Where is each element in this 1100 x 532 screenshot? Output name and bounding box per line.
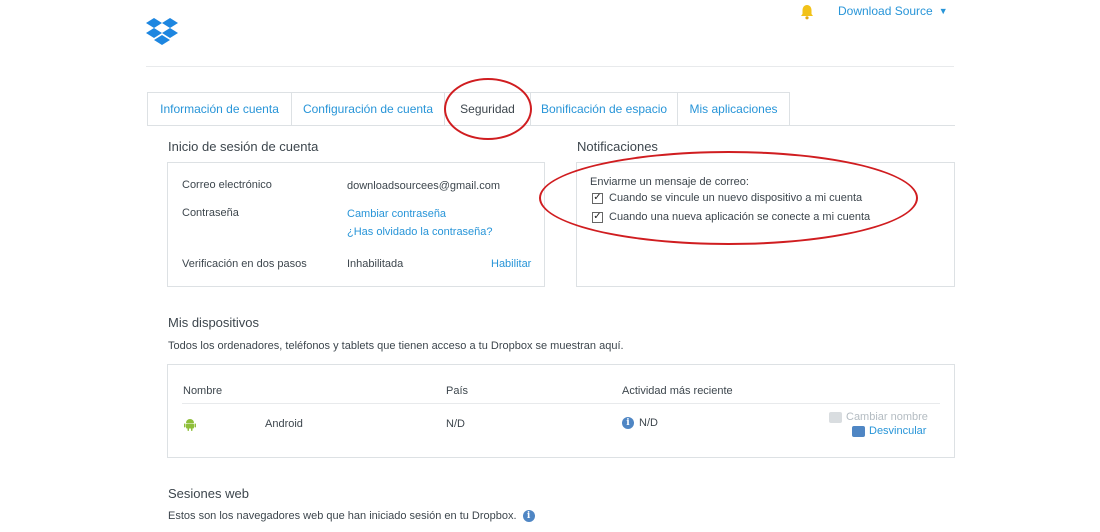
notify-new-app-option: ✓ Cuando una nueva aplicación se conecte… [592, 211, 870, 223]
user-menu[interactable]: Download Source ▼ [838, 4, 948, 18]
device-name: Android [265, 418, 303, 430]
web-sessions-title: Sesiones web [168, 486, 249, 501]
device-activity-value: N/D [639, 417, 658, 429]
tab-space-bonus[interactable]: Bonificación de espacio [531, 92, 678, 126]
tab-my-apps[interactable]: Mis aplicaciones [678, 92, 790, 126]
tab-label: Configuración de cuenta [302, 102, 434, 116]
notify-new-device-option: ✓ Cuando se vincule un nuevo dispositivo… [592, 192, 862, 204]
email-value: downloadsourcees@gmail.com [347, 180, 501, 192]
notify-new-app-label: Cuando una nueva aplicación se conecte a… [609, 211, 871, 223]
notifications-heading: Enviarme un mensaje de correo: [590, 176, 749, 188]
email-label: Correo electrónico [182, 179, 272, 191]
unlink-device-label: Desvincular [869, 425, 927, 437]
tab-security[interactable]: Seguridad [445, 92, 531, 126]
settings-tabs: Información de cuenta Configuración de c… [147, 92, 790, 126]
password-label: Contraseña [182, 207, 239, 219]
rename-device-button[interactable]: Cambiar nombre [829, 411, 928, 423]
info-icon[interactable]: i [522, 510, 535, 522]
tab-account-settings[interactable]: Configuración de cuenta [292, 92, 445, 126]
account-signin-title: Inicio de sesión de cuenta [168, 139, 319, 154]
notify-new-device-checkbox[interactable]: ✓ [592, 192, 603, 204]
unlink-device-button[interactable]: Desvincular [852, 425, 926, 437]
chevron-down-icon: ▼ [938, 6, 948, 16]
column-header-name: Nombre [183, 385, 223, 397]
rename-icon [829, 411, 842, 423]
web-sessions-description-row: Estos son los navegadores web que han in… [168, 510, 535, 522]
info-icon[interactable]: i [622, 417, 634, 429]
tab-label: Información de cuenta [160, 102, 279, 116]
bell-icon[interactable] [798, 3, 816, 21]
notifications-title: Notificaciones [577, 139, 658, 154]
header-divider [146, 66, 954, 67]
devices-title: Mis dispositivos [168, 315, 260, 330]
tab-label: Bonificación de espacio [540, 102, 668, 116]
device-activity: i N/D [622, 417, 658, 429]
column-header-country: País [446, 385, 469, 397]
web-sessions-description: Estos son los navegadores web que han in… [168, 510, 517, 522]
column-header-activity: Actividad más reciente [622, 385, 733, 397]
notify-new-app-checkbox[interactable]: ✓ [592, 211, 603, 223]
dropbox-logo-icon[interactable] [146, 18, 178, 48]
unlink-icon [852, 425, 865, 437]
rename-device-label: Cambiar nombre [846, 411, 928, 423]
tab-account-info[interactable]: Información de cuenta [147, 92, 292, 126]
tab-label: Mis aplicaciones [689, 102, 778, 116]
two-step-status: Inhabilitada [347, 258, 404, 270]
forgot-password-link[interactable]: ¿Has olvidado la contraseña? [347, 226, 493, 238]
tab-label: Seguridad [460, 102, 515, 116]
tabs-divider [147, 125, 955, 126]
notify-new-device-label: Cuando se vincule un nuevo dispositivo a… [609, 192, 863, 204]
devices-description: Todos los ordenadores, teléfonos y table… [168, 340, 624, 352]
devices-header-divider [182, 403, 940, 404]
android-icon [184, 418, 196, 436]
device-country: N/D [446, 418, 465, 430]
two-step-label: Verificación en dos pasos [182, 258, 307, 270]
enable-two-step-link[interactable]: Habilitar [491, 258, 531, 270]
change-password-link[interactable]: Cambiar contraseña [347, 208, 446, 220]
user-menu-label: Download Source [838, 4, 933, 18]
